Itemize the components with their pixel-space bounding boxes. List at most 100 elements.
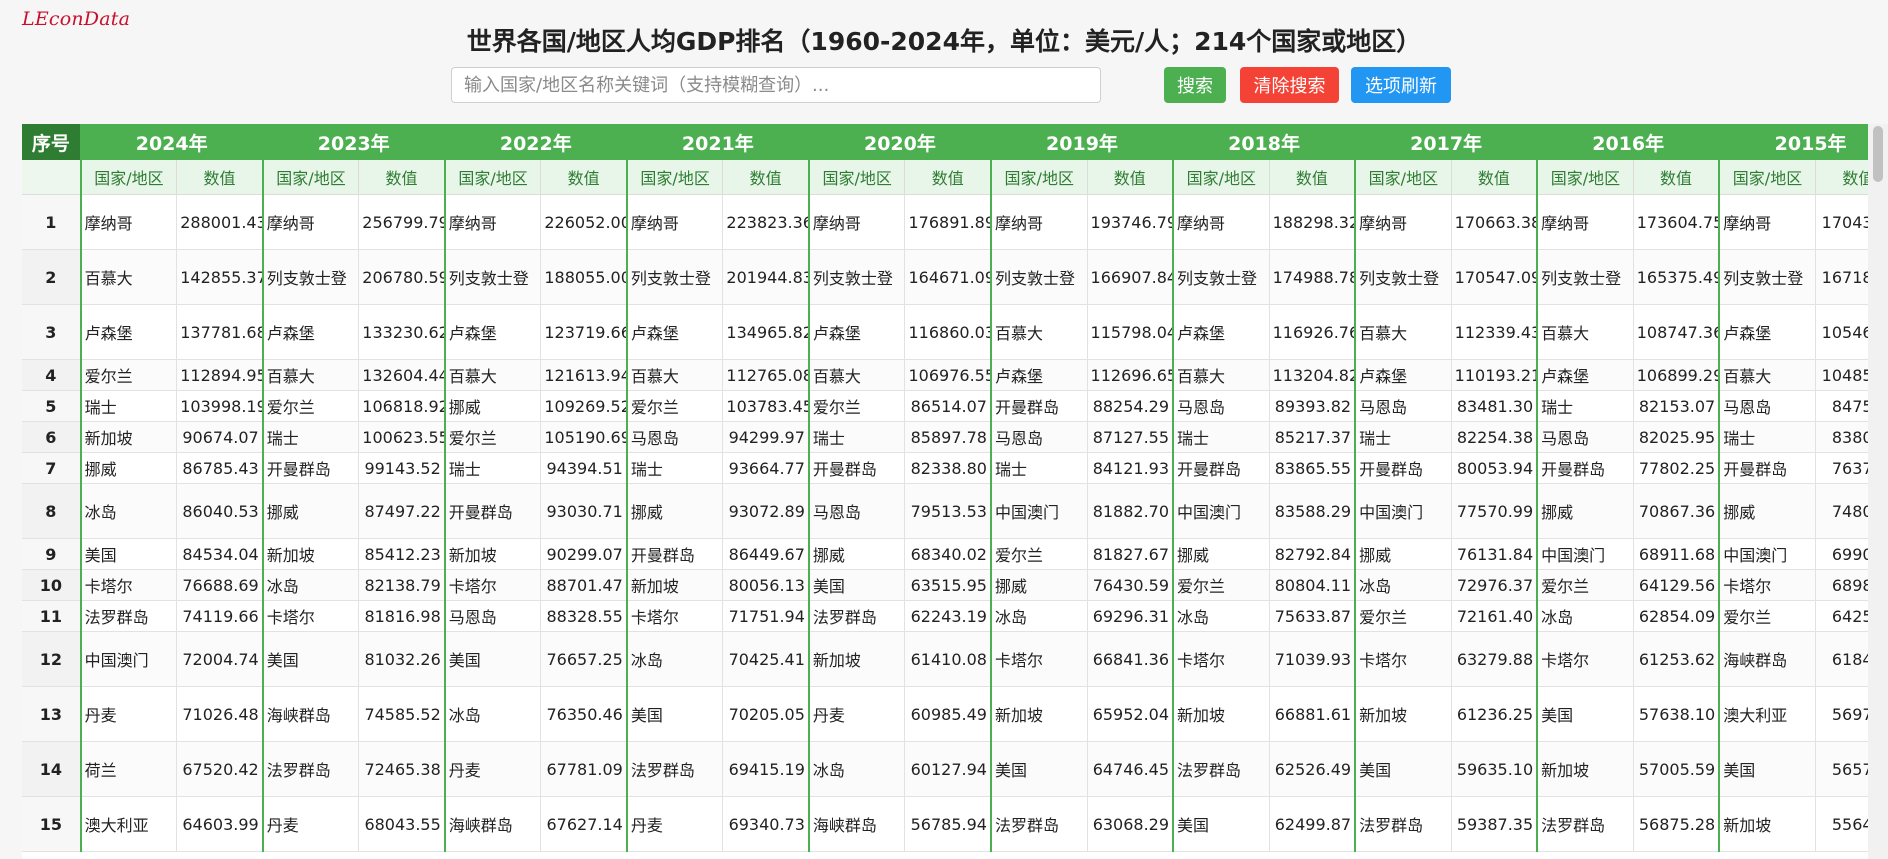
value-cell: 116926.76: [1269, 304, 1356, 360]
year-header[interactable]: 2022年: [443, 124, 628, 160]
table-row: 13 丹麦 71026.48 海峡群岛 74585.52 冰岛 76350.46 美国 7020…: [22, 686, 1868, 742]
country-cell: 挪威: [1718, 483, 1816, 539]
value-cell: 80804.11: [1269, 569, 1356, 601]
country-cell: 开曼群岛: [625, 538, 724, 570]
country-subheader[interactable]: 国家/地区: [1354, 160, 1452, 195]
value-cell: 106818.92: [358, 390, 446, 422]
country-cell: 卡塔尔: [79, 569, 178, 601]
country-cell: 马恩岛: [807, 483, 906, 539]
country-cell: 摩纳哥: [79, 194, 178, 250]
country-cell: 澳大利亚: [79, 796, 178, 852]
value-cell: 63279.88: [1451, 631, 1538, 687]
country-cell: 美国: [261, 631, 360, 687]
country-cell: 摩纳哥: [807, 194, 906, 250]
country-cell: 冰岛: [443, 686, 542, 742]
value-cell: 170437.1: [1815, 194, 1868, 250]
table-row: 14 荷兰 67520.42 法罗群岛 72465.38 丹麦 67781.09 法罗群岛 69…: [22, 741, 1868, 797]
year-header[interactable]: 2018年: [1172, 124, 1356, 160]
value-subheader[interactable]: 数值: [904, 160, 992, 195]
country-cell: 瑞士: [1172, 421, 1270, 453]
value-subheader[interactable]: 数值: [540, 160, 628, 195]
country-cell: 法罗群岛: [79, 600, 178, 632]
year-header[interactable]: 2017年: [1354, 124, 1538, 160]
value-cell: 113204.82: [1269, 359, 1356, 391]
value-subheader[interactable]: 数值: [1815, 160, 1868, 195]
value-subheader[interactable]: 数值: [722, 160, 810, 195]
country-cell: 新加坡: [807, 631, 906, 687]
value-subheader[interactable]: 数值: [358, 160, 446, 195]
country-cell: 挪威: [443, 390, 542, 422]
search-button[interactable]: 搜索: [1164, 67, 1226, 103]
rank-cell: 13: [22, 686, 82, 742]
value-cell: 63515.95: [904, 569, 992, 601]
value-subheader[interactable]: 数值: [1633, 160, 1720, 195]
value-cell: 61236.25: [1451, 686, 1538, 742]
year-header[interactable]: 2023年: [261, 124, 446, 160]
refresh-options-button[interactable]: 选项刷新: [1351, 67, 1451, 103]
value-cell: 165375.49: [1633, 249, 1720, 305]
value-cell: 80053.94: [1451, 452, 1538, 484]
value-cell: 77570.99: [1451, 483, 1538, 539]
year-header[interactable]: 2019年: [989, 124, 1174, 160]
value-cell: 87127.55: [1087, 421, 1174, 453]
country-cell: 卡塔尔: [261, 600, 360, 632]
country-cell: 摩纳哥: [1172, 194, 1270, 250]
table-row: 6 新加坡 90674.07 瑞士 100623.55 爱尔兰 105190.69 马恩岛 94…: [22, 421, 1868, 453]
index-header: 序号: [22, 124, 82, 160]
country-cell: 冰岛: [989, 600, 1088, 632]
country-subheader[interactable]: 国家/地区: [79, 160, 178, 195]
country-cell: 荷兰: [79, 741, 178, 797]
country-cell: 瑞士: [1718, 421, 1816, 453]
country-cell: 开曼群岛: [1718, 452, 1816, 484]
year-header[interactable]: 2020年: [807, 124, 992, 160]
value-cell: 86514.07: [904, 390, 992, 422]
value-cell: 86785.43: [176, 452, 264, 484]
year-header[interactable]: 2015年: [1718, 124, 1868, 160]
value-cell: 75633.87: [1269, 600, 1356, 632]
country-cell: 列支敦士登: [989, 249, 1088, 305]
country-subheader[interactable]: 国家/地区: [1536, 160, 1634, 195]
value-cell: 82338.80: [904, 452, 992, 484]
scrollbar-thumb[interactable]: [1873, 126, 1883, 182]
country-cell: 百慕大: [1718, 359, 1816, 391]
value-subheader[interactable]: 数值: [1087, 160, 1174, 195]
country-cell: 法罗群岛: [807, 600, 906, 632]
value-subheader[interactable]: 数值: [1451, 160, 1538, 195]
value-cell: 69340.73: [722, 796, 810, 852]
country-cell: 美国: [1172, 796, 1270, 852]
value-cell: 112894.95: [176, 359, 264, 391]
country-cell: 列支敦士登: [625, 249, 724, 305]
value-cell: 109269.52: [540, 390, 628, 422]
vertical-scrollbar[interactable]: [1868, 124, 1888, 859]
country-cell: 卢森堡: [625, 304, 724, 360]
country-subheader[interactable]: 国家/地区: [261, 160, 360, 195]
clear-search-button[interactable]: 清除搜索: [1240, 67, 1339, 103]
value-subheader[interactable]: 数值: [1269, 160, 1356, 195]
value-cell: 76350.46: [540, 686, 628, 742]
value-cell: 82153.07: [1633, 390, 1720, 422]
year-header[interactable]: 2024年: [79, 124, 264, 160]
value-subheader[interactable]: 数值: [176, 160, 264, 195]
value-cell: 66881.61: [1269, 686, 1356, 742]
country-cell: 马恩岛: [989, 421, 1088, 453]
table-row: 7 挪威 86785.43 开曼群岛 99143.52 瑞士 94394.51 瑞士 93664…: [22, 452, 1868, 484]
rank-cell: 3: [22, 304, 82, 360]
country-subheader[interactable]: 国家/地区: [989, 160, 1088, 195]
country-subheader[interactable]: 国家/地区: [443, 160, 542, 195]
country-subheader[interactable]: 国家/地区: [625, 160, 724, 195]
country-cell: 开曼群岛: [1536, 452, 1634, 484]
year-header[interactable]: 2016年: [1536, 124, 1720, 160]
value-cell: 256799.79: [358, 194, 446, 250]
value-cell: 72465.38: [358, 741, 446, 797]
country-cell: 卢森堡: [261, 304, 360, 360]
value-cell: 57005.59: [1633, 741, 1720, 797]
country-subheader[interactable]: 国家/地区: [1718, 160, 1816, 195]
value-cell: 106899.29: [1633, 359, 1720, 391]
country-subheader[interactable]: 国家/地区: [1172, 160, 1270, 195]
value-cell: 206780.59: [358, 249, 446, 305]
search-input[interactable]: [451, 67, 1101, 103]
year-header[interactable]: 2021年: [625, 124, 810, 160]
country-subheader[interactable]: 国家/地区: [807, 160, 906, 195]
value-cell: 55645.6: [1815, 796, 1868, 852]
country-cell: 冰岛: [1354, 569, 1452, 601]
